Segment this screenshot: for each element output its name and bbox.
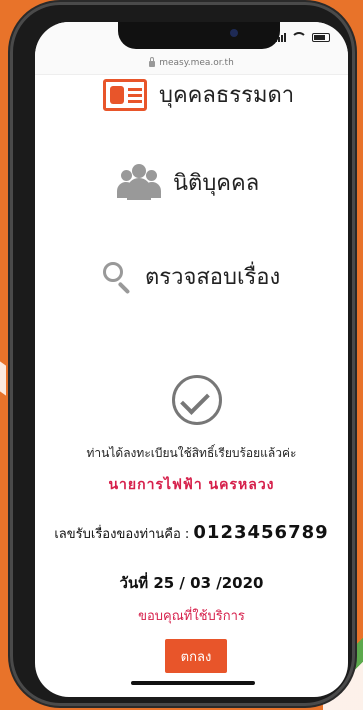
menu-juristic[interactable]: นิติบุคคล — [117, 164, 259, 200]
lock-icon — [149, 57, 156, 67]
registered-message: ท่านได้ลงทะเบียนใช้สิทธิ์เรียบร้อยแล้วค่… — [86, 446, 297, 460]
wifi-icon — [291, 32, 307, 42]
menu-check-status-label: ตรวจสอบเรื่อง — [145, 265, 281, 290]
menu-check-status[interactable]: ตรวจสอบเรื่อง — [103, 259, 280, 294]
id-card-icon — [103, 78, 147, 111]
registration-date: วันที่ 25 / 03 /2020 — [119, 574, 264, 592]
search-icon — [103, 261, 133, 294]
background-decoration — [0, 354, 6, 396]
ok-button[interactable]: ตกลง — [165, 639, 227, 673]
reference-label: เลขรับเรื่องของท่านคือ : — [54, 527, 194, 542]
group-icon — [117, 164, 161, 200]
reference-number: 0123456789 — [193, 522, 329, 543]
check-circle-icon — [172, 375, 222, 425]
url-text: measy.mea.or.th — [159, 58, 234, 68]
menu-juristic-label: นิติบุคคล — [173, 170, 260, 196]
menu-individual-label: บุคคลธรรมดา — [159, 83, 295, 108]
status-icons — [275, 32, 330, 42]
phone-notch — [118, 22, 280, 49]
phone-screen: measy.mea.or.th บุคคลธรรมดา นิติบุคคล ตร… — [35, 22, 348, 697]
battery-icon — [312, 32, 330, 42]
camera-icon — [230, 29, 238, 37]
menu-individual[interactable]: บุคคลธรรมดา — [103, 77, 294, 112]
reference-row: เลขรับเรื่องของท่านคือ : 0123456789 — [35, 522, 348, 544]
thanks-message: ขอบคุณที่ใช้บริการ — [138, 609, 245, 624]
home-indicator — [131, 681, 255, 685]
organization-name: นายการไฟฟ้า นครหลวง — [108, 477, 275, 493]
phone-frame: measy.mea.or.th บุคคลธรรมดา นิติบุคคล ตร… — [10, 2, 355, 706]
address-bar[interactable]: measy.mea.or.th — [35, 52, 348, 75]
